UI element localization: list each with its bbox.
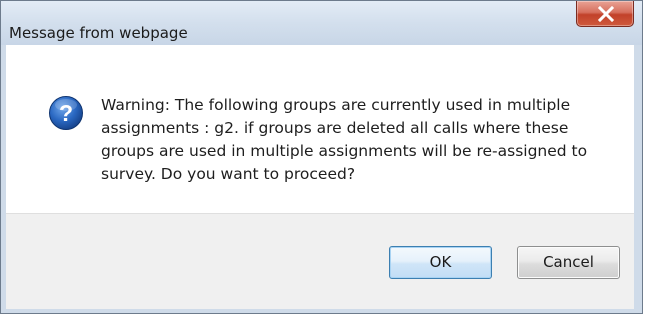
cancel-button[interactable]: Cancel [517, 246, 620, 279]
ok-button[interactable]: OK [389, 246, 492, 279]
question-icon: ? [49, 96, 83, 130]
dialog-titlebar[interactable]: Message from webpage [1, 1, 642, 45]
svg-text:?: ? [59, 100, 73, 126]
close-button[interactable] [576, 1, 634, 27]
warning-message: Warning: The following groups are curren… [101, 96, 588, 183]
dialog-window: Message from webpage ? Warning: The foll… [0, 0, 643, 314]
close-icon [597, 6, 615, 22]
dialog-body: ? Warning: The following groups are curr… [6, 45, 634, 309]
message-area: ? Warning: The following groups are curr… [6, 45, 634, 213]
dialog-title: Message from webpage [9, 24, 188, 42]
button-bar: OK Cancel [6, 213, 634, 309]
